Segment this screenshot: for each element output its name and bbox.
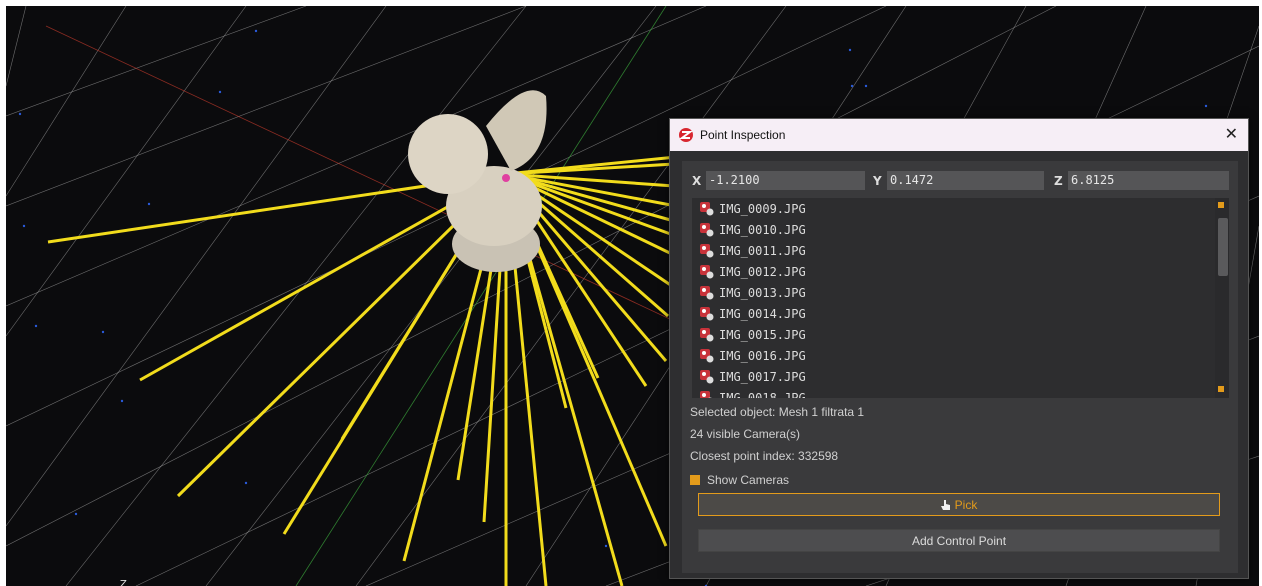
y-coordinate: Y 0.1472: [873, 171, 1044, 190]
image-list-item[interactable]: IMG_0017.JPG: [692, 366, 1229, 387]
axis-z-label: Z: [120, 579, 127, 586]
z-coordinate: Z 6.8125: [1054, 171, 1229, 190]
camera-image-icon: [700, 348, 714, 363]
dialog-title: Point Inspection: [700, 128, 786, 142]
point-cloud-dot: [864, 84, 868, 88]
image-filename: IMG_0013.JPG: [719, 285, 806, 300]
show-cameras-checkbox[interactable]: Show Cameras: [690, 473, 789, 487]
camera-image-icon: [700, 243, 714, 258]
grid-line: [6, 6, 307, 117]
x-label: X: [692, 173, 702, 188]
point-cloud-dot: [34, 324, 38, 328]
grid-line: [6, 6, 707, 307]
camera-image-icon: [700, 390, 714, 398]
camera-image-icon: [700, 285, 714, 300]
point-cloud-dot: [120, 399, 124, 403]
show-cameras-label: Show Cameras: [707, 473, 790, 487]
statue-head: [408, 114, 488, 194]
dialog-body: X -1.2100 Y 0.1472 Z 6.8125 IMG_0009.JPG…: [682, 161, 1238, 573]
point-cloud-dot: [18, 112, 22, 116]
image-list-item[interactable]: IMG_0013.JPG: [692, 282, 1229, 303]
image-filename: IMG_0015.JPG: [719, 327, 806, 342]
camera-image-icon: [700, 201, 714, 216]
camera-image-icon: [700, 264, 714, 279]
camera-image-icon: [700, 222, 714, 237]
image-filename: IMG_0010.JPG: [719, 222, 806, 237]
image-filename: IMG_0016.JPG: [719, 348, 806, 363]
image-list-item[interactable]: IMG_0018.JPG: [692, 387, 1229, 398]
scroll-down-icon[interactable]: [1218, 386, 1224, 392]
point-cloud-dot: [850, 84, 854, 88]
image-filename: IMG_0009.JPG: [719, 201, 806, 216]
selected-object-text: Selected object: Mesh 1 filtrata 1: [690, 405, 865, 419]
list-scrollbar[interactable]: [1215, 198, 1229, 398]
image-list-item[interactable]: IMG_0009.JPG: [692, 198, 1229, 219]
closest-point-text: Closest point index: 332598: [690, 449, 839, 463]
point-cloud-dot: [254, 29, 258, 33]
pick-button[interactable]: Pick: [698, 493, 1220, 516]
point-cloud-dot: [848, 48, 852, 52]
checkbox-checked-icon[interactable]: [690, 475, 700, 485]
grid-line: [6, 6, 127, 197]
point-cloud-dot: [147, 202, 151, 206]
visible-cameras-text: 24 visible Camera(s): [690, 427, 801, 441]
grid-line: [65, 6, 527, 586]
image-filename: IMG_0012.JPG: [719, 264, 806, 279]
add-control-point-label: Add Control Point: [911, 533, 1007, 548]
add-control-point-button[interactable]: Add Control Point: [698, 529, 1220, 552]
image-filename: IMG_0011.JPG: [719, 243, 806, 258]
x-coordinate: X -1.2100: [692, 171, 865, 190]
y-field[interactable]: 0.1472: [887, 171, 1044, 190]
image-filename: IMG_0017.JPG: [719, 369, 806, 384]
image-list-item[interactable]: IMG_0015.JPG: [692, 324, 1229, 345]
point-cloud-dot: [1204, 104, 1208, 108]
point-cloud-dot: [74, 512, 78, 516]
point-cloud-dot: [22, 224, 26, 228]
image-list-item[interactable]: IMG_0011.JPG: [692, 240, 1229, 261]
z-field[interactable]: 6.8125: [1068, 171, 1229, 190]
point-inspection-dialog: Point Inspection ✕ X -1.2100 Y 0.1472 Z …: [669, 118, 1249, 579]
grid-line: [6, 6, 247, 337]
image-filename: IMG_0018.JPG: [719, 390, 806, 399]
image-list-item[interactable]: IMG_0016.JPG: [692, 345, 1229, 366]
camera-image-list[interactable]: IMG_0009.JPG IMG_0010.JPG IMG_0011.JPG IMG_…: [692, 198, 1229, 398]
camera-image-icon: [700, 306, 714, 321]
pick-label: Pick: [954, 497, 978, 512]
camera-image-icon: [700, 369, 714, 384]
image-list-item[interactable]: IMG_0010.JPG: [692, 219, 1229, 240]
point-cloud-dot: [604, 544, 608, 548]
hand-pointer-icon: [940, 499, 950, 510]
grid-line: [6, 6, 27, 87]
point-cloud-dot: [218, 90, 222, 94]
image-list-item[interactable]: IMG_0014.JPG: [692, 303, 1229, 324]
image-list-item[interactable]: IMG_0012.JPG: [692, 261, 1229, 282]
dialog-titlebar[interactable]: Point Inspection ✕: [670, 119, 1248, 151]
image-filename: IMG_0014.JPG: [719, 306, 806, 321]
selected-point-marker: [502, 174, 510, 182]
camera-image-icon: [700, 327, 714, 342]
x-field[interactable]: -1.2100: [706, 171, 865, 190]
y-label: Y: [873, 173, 882, 188]
close-button[interactable]: ✕: [1225, 124, 1238, 143]
scroll-up-icon[interactable]: [1218, 202, 1224, 208]
scrollbar-thumb[interactable]: [1218, 218, 1228, 276]
z-label: Z: [1054, 173, 1063, 188]
point-cloud-dot: [244, 481, 248, 485]
app-logo-icon: [679, 128, 693, 142]
point-cloud-dot: [101, 330, 105, 334]
